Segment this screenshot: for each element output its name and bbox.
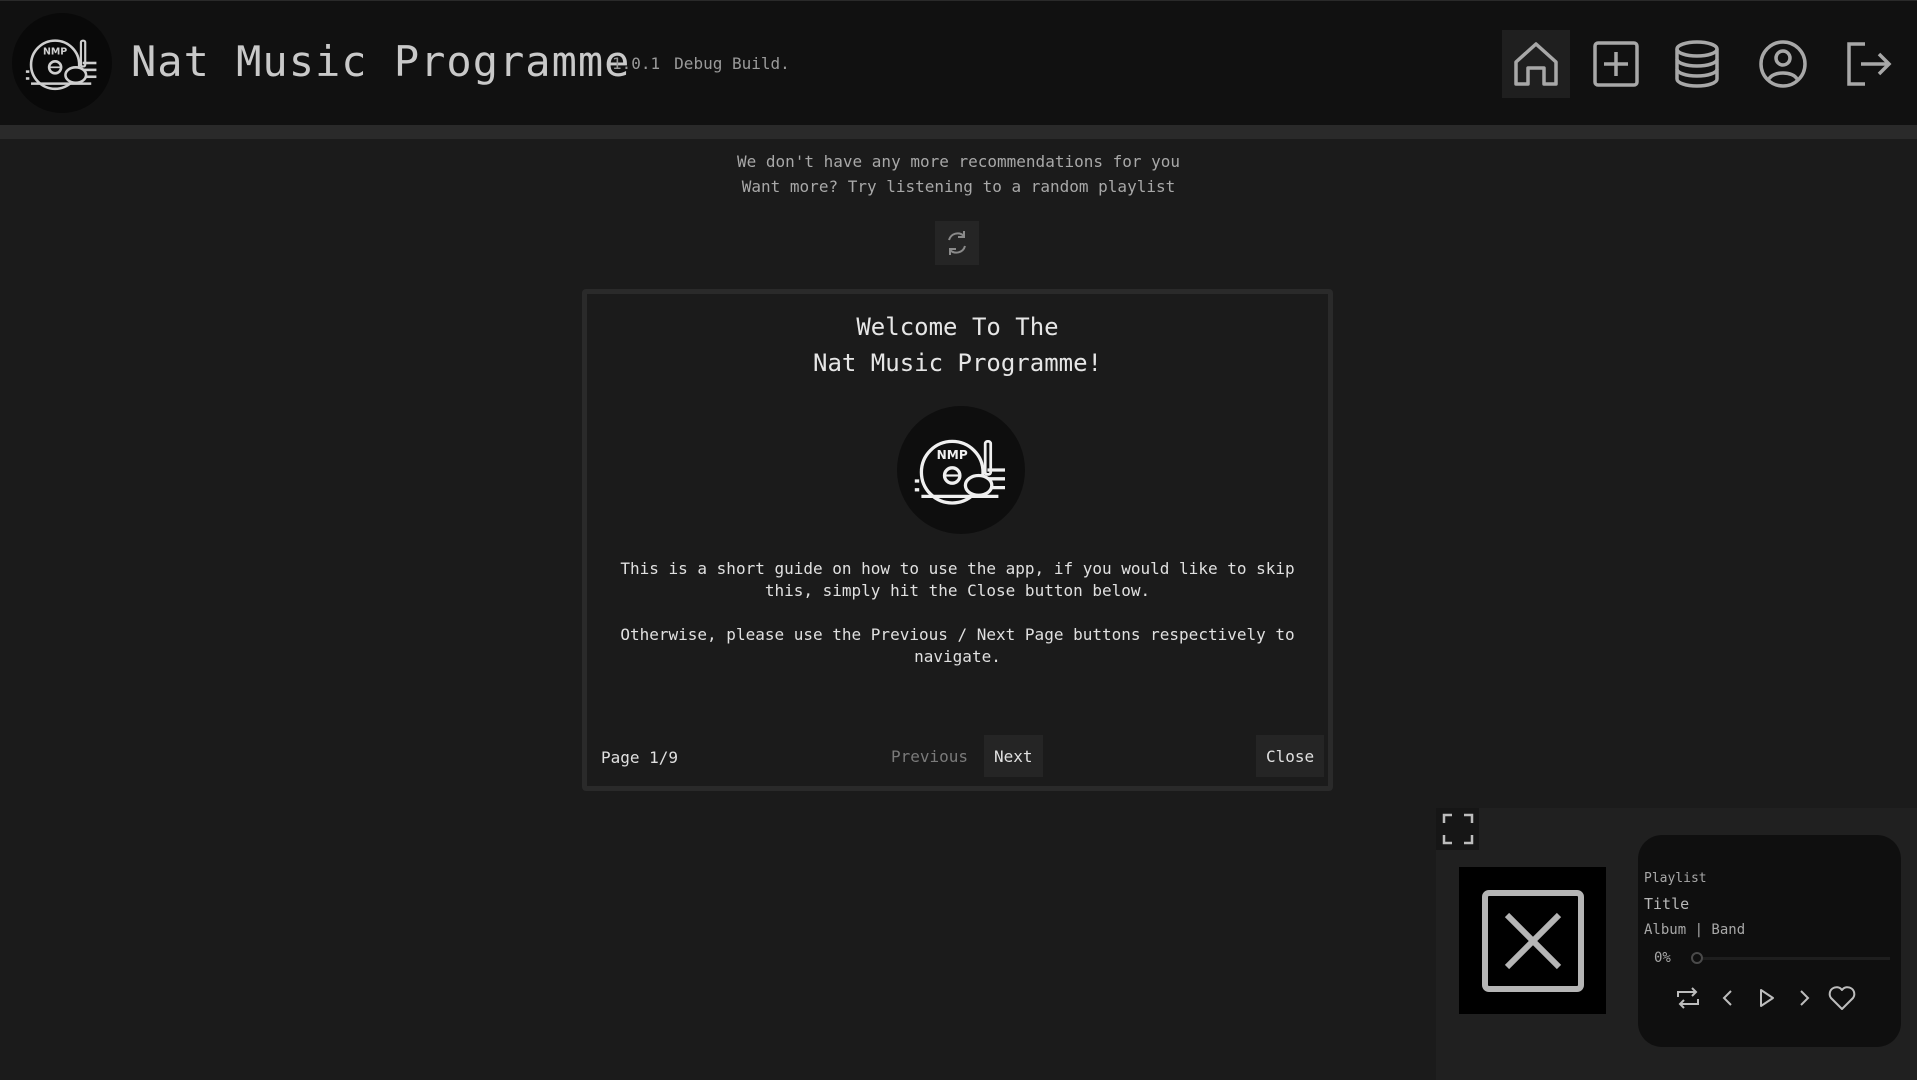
header-divider xyxy=(0,125,1917,139)
repeat-icon xyxy=(1677,987,1699,1009)
next-track-button[interactable] xyxy=(1786,980,1822,1016)
nav-logout-button[interactable] xyxy=(1835,30,1903,98)
logout-icon xyxy=(1847,42,1892,86)
page-indicator: Page 1/9 xyxy=(601,748,679,767)
user-circle-icon xyxy=(1759,40,1807,88)
progress-percent: 0% xyxy=(1654,950,1671,966)
welcome-dialog: Welcome To The Nat Music Programme! NMP … xyxy=(582,289,1333,791)
progress-handle[interactable] xyxy=(1691,952,1703,964)
refresh-button[interactable] xyxy=(935,221,979,265)
welcome-title: Welcome To The Nat Music Programme! xyxy=(587,309,1328,381)
album-art xyxy=(1459,867,1606,1014)
track-artist: Album | Band xyxy=(1644,922,1746,938)
mini-player: Playlist Title Album | Band 0% xyxy=(1436,808,1917,1080)
welcome-paragraph-1: This is a short guide on how to use the … xyxy=(620,559,1295,600)
close-button[interactable]: Close xyxy=(1256,735,1325,777)
app-header: NMP Nat Music Programme 1.0.1 Debug Build… xyxy=(0,0,1917,125)
heart-icon xyxy=(1828,986,1856,1010)
previous-icon xyxy=(1722,990,1732,1006)
version-number: 1.0.1 xyxy=(612,54,661,73)
nmp-logo-icon: NMP xyxy=(25,39,97,91)
play-icon xyxy=(1760,989,1774,1007)
repeat-button[interactable] xyxy=(1670,980,1706,1016)
plus-square-icon xyxy=(1593,41,1639,87)
now-playing-card: Playlist Title Album | Band 0% xyxy=(1638,835,1901,1047)
recommendations-line-1: We don't have any more recommendations f… xyxy=(736,152,1181,171)
track-title: Title xyxy=(1644,895,1690,913)
fullscreen-button[interactable] xyxy=(1436,808,1479,850)
refresh-icon xyxy=(948,231,966,255)
progress-bar[interactable] xyxy=(1694,957,1890,960)
previous-track-button[interactable] xyxy=(1710,980,1746,1016)
next-icon xyxy=(1800,990,1810,1006)
favourite-button[interactable] xyxy=(1824,980,1860,1016)
no-image-icon xyxy=(1481,889,1584,992)
play-button[interactable] xyxy=(1748,980,1784,1016)
nav-profile-button[interactable] xyxy=(1749,30,1817,98)
app-title: Nat Music Programme xyxy=(131,37,631,86)
welcome-logo: NMP xyxy=(897,406,1025,534)
nmp-logo-icon: NMP xyxy=(914,439,1005,505)
welcome-title-line-2: Nat Music Programme! xyxy=(813,349,1102,377)
nav-add-button[interactable] xyxy=(1582,30,1650,98)
welcome-paragraph-2: Otherwise, please use the Previous / Nex… xyxy=(620,625,1295,666)
recommendations-message: We don't have any more recommendations f… xyxy=(0,149,1917,199)
next-button[interactable]: Next xyxy=(984,735,1043,777)
welcome-body: This is a short guide on how to use the … xyxy=(617,558,1298,690)
database-icon xyxy=(1675,40,1719,88)
logo-text: NMP xyxy=(43,46,67,57)
welcome-logo-text: NMP xyxy=(937,448,968,462)
recommendations-line-2: Want more? Try listening to a random pla… xyxy=(741,177,1176,196)
previous-button[interactable]: Previous xyxy=(879,735,980,777)
home-icon xyxy=(1514,42,1558,86)
playlist-name: Playlist xyxy=(1644,871,1707,886)
welcome-title-line-1: Welcome To The xyxy=(856,313,1059,341)
nav-home-button[interactable] xyxy=(1502,30,1570,98)
build-label: Debug Build. xyxy=(674,54,790,73)
version-info: 1.0.1 Debug Build. xyxy=(612,54,790,73)
fullscreen-icon xyxy=(1442,813,1473,845)
nav-database-button[interactable] xyxy=(1663,30,1731,98)
app-logo[interactable]: NMP xyxy=(12,13,112,113)
